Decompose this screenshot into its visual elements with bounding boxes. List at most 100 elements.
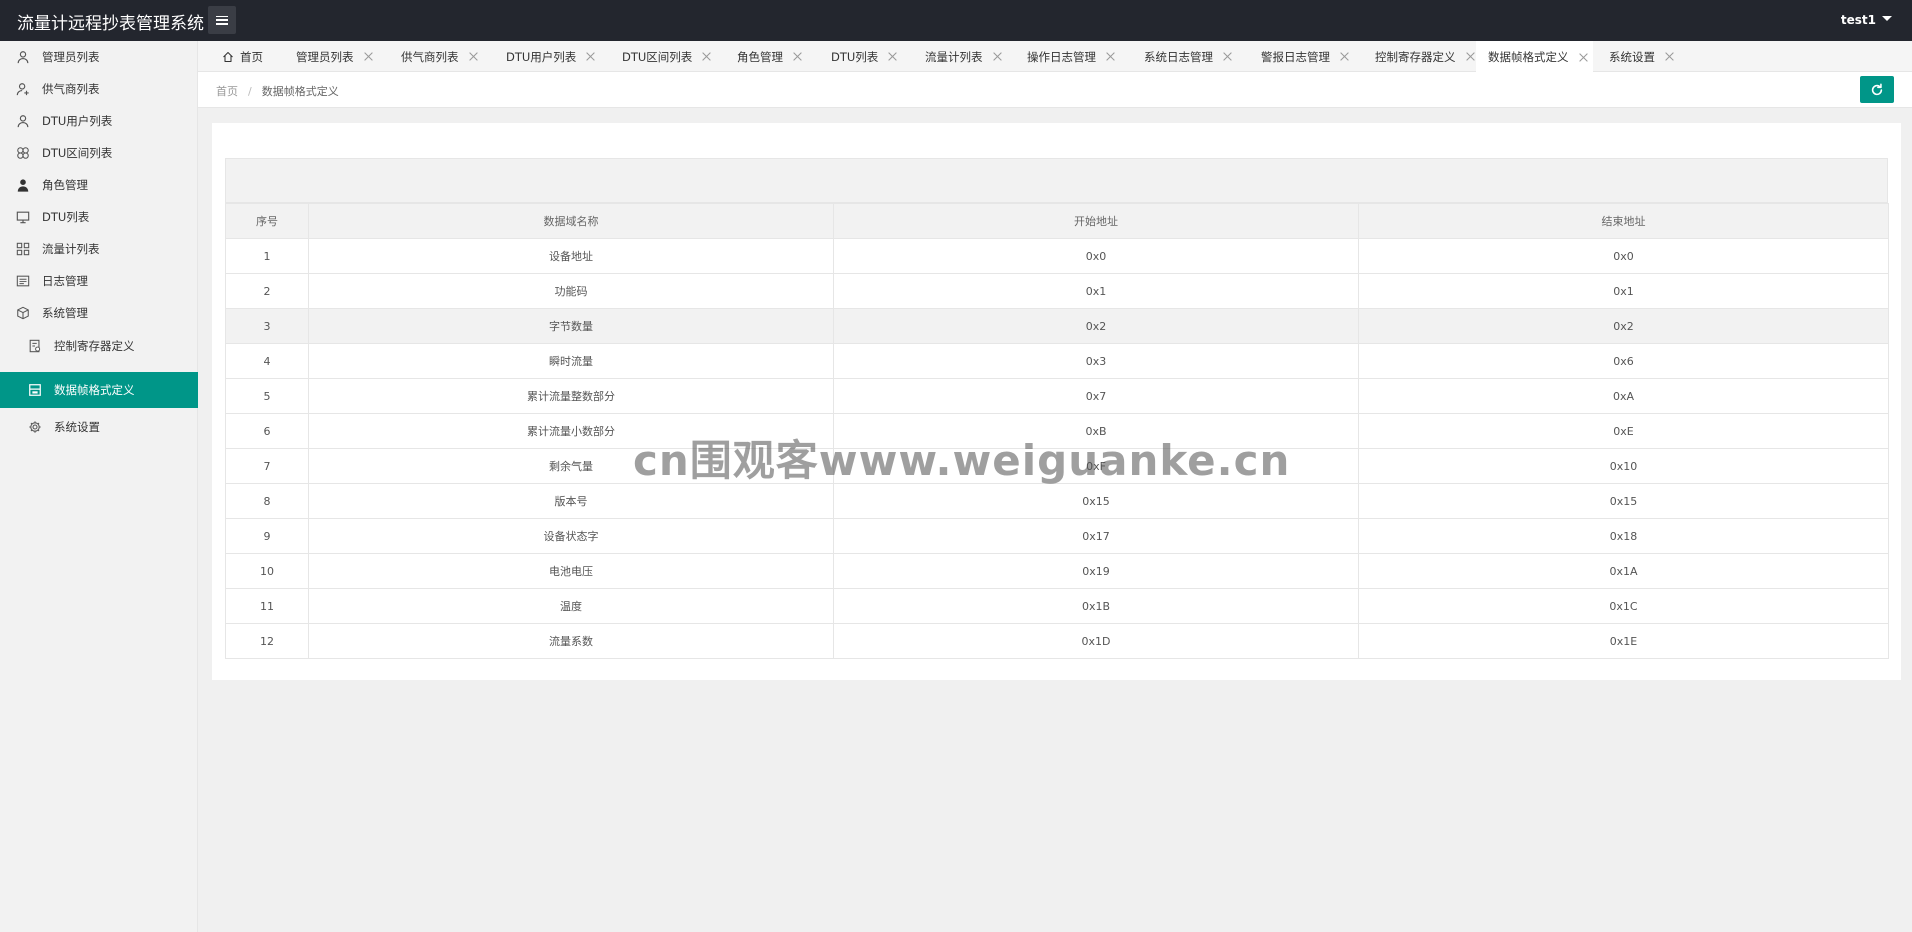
- table-cell: 0x17: [833, 518, 1359, 554]
- column-header[interactable]: 开始地址: [833, 203, 1359, 239]
- app-title: 流量计远程抄表管理系统: [17, 14, 204, 34]
- close-icon[interactable]: [1340, 52, 1349, 61]
- close-icon[interactable]: [364, 52, 373, 61]
- sidebar-item-label: DTU列表: [42, 210, 90, 224]
- table-cell: 设备状态字: [308, 518, 834, 554]
- tab-home[interactable]: 首页: [222, 41, 263, 72]
- sidebar-item-logs[interactable]: 日志管理: [0, 265, 198, 297]
- table-cell: 7: [225, 448, 309, 484]
- table-cell: 9: [225, 518, 309, 554]
- close-icon[interactable]: [888, 52, 897, 61]
- sidebar-item-meters[interactable]: 流量计列表: [0, 233, 198, 265]
- column-header[interactable]: 数据域名称: [308, 203, 834, 239]
- sidebar-item-suppliers[interactable]: 供气商列表: [0, 73, 198, 105]
- table-cell: 2: [225, 273, 309, 309]
- tab-settings-13[interactable]: 系统设置: [1609, 41, 1674, 72]
- table-cell: 设备地址: [308, 238, 834, 274]
- tab-suppliers-2[interactable]: 供气商列表: [401, 41, 478, 72]
- table-cell: 流量系数: [308, 623, 834, 659]
- tab-meters-7[interactable]: 流量计列表: [925, 41, 1002, 72]
- table-row[interactable]: 10 电池电压 0x19 0x1A: [225, 553, 1889, 589]
- table-row[interactable]: 8 版本号 0x15 0x15: [225, 483, 1889, 519]
- tab-dtu-users-3[interactable]: DTU用户列表: [506, 41, 595, 72]
- sidebar-item-label: 角色管理: [42, 178, 88, 192]
- breadcrumb-bar: 首页 / 数据帧格式定义: [198, 72, 1912, 108]
- log-icon: [16, 274, 30, 288]
- close-icon[interactable]: [586, 52, 595, 61]
- tab-frame-format-11[interactable]: 控制寄存器定义: [1375, 41, 1475, 72]
- table-row[interactable]: 11 温度 0x1B 0x1C: [225, 588, 1889, 624]
- close-icon[interactable]: [993, 52, 1002, 61]
- data-grid: 序号 数据域名称 开始地址 结束地址 1 设备地址 0x0 0x0 2 功能码 0x1 0x1 3 字节…: [225, 158, 1889, 659]
- user-icon: [16, 50, 30, 64]
- table-row[interactable]: 2 功能码 0x1 0x1: [225, 273, 1889, 309]
- sidebar-item-system[interactable]: 系统管理: [0, 297, 198, 329]
- sidebar-item-admins[interactable]: 管理员列表: [0, 41, 198, 73]
- sidebar-item-control-registers[interactable]: 控制寄存器定义: [0, 330, 198, 362]
- tab-admins-1[interactable]: 管理员列表: [296, 41, 373, 72]
- tab-label: 角色管理: [737, 49, 783, 64]
- menu-toggle-button[interactable]: [208, 6, 236, 34]
- tab-roles-5[interactable]: 角色管理: [737, 41, 802, 72]
- close-icon[interactable]: [1579, 53, 1588, 62]
- table-cell: 0x1: [833, 273, 1359, 309]
- user-menu[interactable]: test1: [1841, 13, 1892, 27]
- flower-icon: [16, 146, 30, 160]
- sidebar-item-label: 控制寄存器定义: [54, 339, 135, 353]
- column-header[interactable]: 结束地址: [1358, 203, 1889, 239]
- table-cell: 10: [225, 553, 309, 589]
- table-cell: 温度: [308, 588, 834, 624]
- tab-settings-12[interactable]: 数据帧格式定义: [1476, 41, 1593, 73]
- grid-icon: [16, 242, 30, 256]
- tab-dtu-ranges-4[interactable]: DTU区间列表: [622, 41, 711, 72]
- table-cell: 0x10: [1358, 448, 1889, 484]
- table-cell: 11: [225, 588, 309, 624]
- hamburger-icon: [216, 15, 228, 25]
- table-row[interactable]: 4 瞬时流量 0x3 0x6: [225, 343, 1889, 379]
- sidebar-item-dtu-users[interactable]: DTU用户列表: [0, 105, 198, 137]
- refresh-button[interactable]: [1860, 76, 1894, 103]
- close-icon[interactable]: [469, 52, 478, 61]
- table-cell: 0xA: [1358, 378, 1889, 414]
- close-icon[interactable]: [1466, 52, 1475, 61]
- breadcrumb-separator: /: [248, 85, 252, 98]
- tab-logs-8[interactable]: 操作日志管理: [1027, 41, 1115, 72]
- tab-label: DTU区间列表: [622, 49, 693, 64]
- sidebar-item-dtu-list[interactable]: DTU列表: [0, 201, 198, 233]
- table-cell: 1: [225, 238, 309, 274]
- tab-label: 操作日志管理: [1027, 49, 1096, 64]
- breadcrumb-home[interactable]: 首页: [216, 85, 238, 98]
- tab-label: DTU用户列表: [506, 49, 577, 64]
- sidebar-item-label: DTU用户列表: [42, 114, 113, 128]
- username: test1: [1840, 13, 1876, 27]
- sidebar-item-dtu-ranges[interactable]: DTU区间列表: [0, 137, 198, 169]
- table-row[interactable]: 5 累计流量整数部分 0x7 0xA: [225, 378, 1889, 414]
- user-icon: [16, 114, 30, 128]
- sidebar-item-label: DTU区间列表: [42, 146, 113, 160]
- table-cell: 0x1A: [1358, 553, 1889, 589]
- close-icon[interactable]: [702, 52, 711, 61]
- tab-control-registers-10[interactable]: 警报日志管理: [1261, 41, 1349, 72]
- sidebar-item-roles[interactable]: 角色管理: [0, 169, 198, 201]
- sidebar-item-frame-format[interactable]: 数据帧格式定义: [0, 372, 198, 408]
- frame-icon: [28, 383, 42, 397]
- close-icon[interactable]: [793, 52, 802, 61]
- table-cell: 0x15: [1358, 483, 1889, 519]
- table-row[interactable]: 12 流量系数 0x1D 0x1E: [225, 623, 1889, 659]
- tab-system-9[interactable]: 系统日志管理: [1144, 41, 1232, 72]
- tab-dtu-list-6[interactable]: DTU列表: [831, 41, 897, 72]
- close-icon[interactable]: [1665, 52, 1674, 61]
- table-row[interactable]: 1 设备地址 0x0 0x0: [225, 238, 1889, 274]
- close-icon[interactable]: [1223, 52, 1232, 61]
- table-row[interactable]: 9 设备状态字 0x17 0x18: [225, 518, 1889, 554]
- table-cell: 0x1: [1358, 273, 1889, 309]
- column-header[interactable]: 序号: [225, 203, 309, 239]
- sidebar-item-settings[interactable]: 系统设置: [0, 411, 198, 443]
- table-row[interactable]: 3 字节数量 0x2 0x2: [225, 308, 1889, 344]
- table-cell: 0x18: [1358, 518, 1889, 554]
- table-cell: 3: [225, 308, 309, 344]
- close-icon[interactable]: [1106, 52, 1115, 61]
- table-cell: 0x0: [833, 238, 1359, 274]
- cube-icon: [16, 306, 30, 320]
- tab-label: 系统设置: [1609, 49, 1655, 64]
